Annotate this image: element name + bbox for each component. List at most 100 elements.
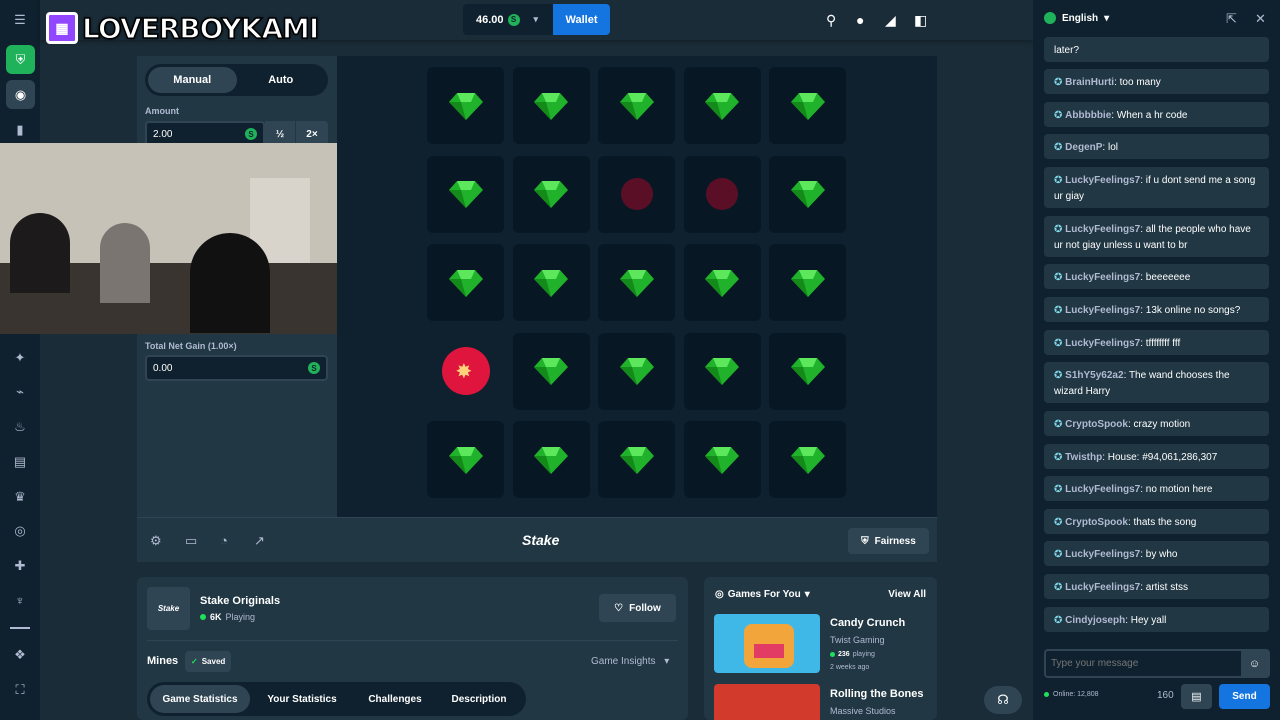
follow-button[interactable]: ♡ Follow [599, 594, 676, 622]
bookmark-icon[interactable]: ▮ [11, 121, 29, 139]
star-badge-icon: ✪ [1054, 77, 1066, 88]
stats-icon[interactable]: ◔ [220, 533, 228, 548]
fairness-button[interactable]: ⛨ Fairness [848, 528, 929, 554]
mine-tile[interactable] [512, 244, 590, 321]
rules-icon[interactable]: ▤ [1181, 684, 1212, 709]
mine-tile[interactable] [683, 244, 761, 321]
mine-tile[interactable] [427, 67, 504, 144]
game-insights-dropdown[interactable]: Game Insights ▾ [591, 656, 669, 667]
mine-tile[interactable] [512, 421, 590, 498]
slots-icon[interactable]: ▤ [11, 453, 29, 471]
mine-tile[interactable] [769, 332, 846, 410]
gift-icon[interactable]: ✚ [11, 557, 29, 575]
mine-tile[interactable] [427, 421, 504, 498]
chat-username[interactable]: LuckyFeelings7 [1065, 175, 1140, 186]
bell-icon[interactable]: ◢ [885, 12, 896, 29]
chat-username[interactable]: LuckyFeelings7 [1065, 224, 1140, 235]
mine-tile[interactable] [512, 155, 590, 233]
send-button[interactable]: Send [1219, 684, 1270, 709]
publisher-players: 6K Playing [200, 612, 255, 622]
trophy-icon[interactable]: ♆ [11, 591, 29, 609]
ticket-icon[interactable]: ⌁ [11, 383, 29, 401]
chat-username[interactable]: Twisthp [1065, 452, 1102, 463]
theatre-mode-icon[interactable]: ▭ [185, 533, 197, 549]
sponsorship-icon[interactable]: ⛶ [11, 681, 29, 699]
game-title: Mines [147, 655, 179, 667]
chat-input[interactable] [1046, 651, 1242, 676]
chat-username[interactable]: BrainHurti [1065, 77, 1114, 88]
popout-icon[interactable]: ↗ [254, 533, 265, 549]
wallet-button[interactable]: Wallet [553, 4, 610, 35]
chat-username[interactable]: LuckyFeelings7 [1065, 338, 1140, 349]
mine-tile[interactable] [683, 155, 761, 233]
settings-icon[interactable]: ⚙ [150, 533, 162, 549]
game-name[interactable]: Candy Crunch [830, 617, 905, 629]
chat-toggle-icon[interactable]: ◧ [914, 12, 927, 29]
chat-username[interactable]: Abbbbbie [1065, 110, 1111, 121]
chat-username[interactable]: LuckyFeelings7 [1065, 484, 1140, 495]
mine-tile[interactable] [512, 332, 590, 410]
popout-icon[interactable]: ⇱ [1226, 11, 1237, 27]
mine-tile[interactable] [769, 421, 846, 498]
star-badge-icon: ✪ [1054, 142, 1066, 153]
mine-tile[interactable] [769, 67, 846, 144]
vip-shield-icon[interactable]: ⛨ [6, 45, 35, 74]
mine-tile[interactable] [683, 332, 761, 410]
view-all-link[interactable]: View All [888, 589, 926, 600]
chat-username[interactable]: CryptoSpook [1065, 517, 1128, 528]
rolling-bones-thumbnail[interactable] [714, 684, 820, 720]
sparkle-icon[interactable]: ✦ [11, 349, 29, 367]
mine-tile[interactable] [512, 67, 590, 144]
mine-tile[interactable] [683, 67, 761, 144]
chat-username[interactable]: S1hY5y62a2 [1065, 370, 1123, 381]
balance-display[interactable]: 46.00 S ▾ [463, 4, 553, 35]
mine-tile[interactable] [598, 155, 675, 233]
game-name[interactable]: Rolling the Bones [830, 688, 924, 700]
support-headset-icon[interactable]: ☊ [984, 686, 1022, 714]
tab-description[interactable]: Description [436, 685, 522, 713]
tab-auto[interactable]: Auto [237, 67, 326, 93]
chat-username[interactable]: Cindyjoseph [1065, 615, 1125, 626]
mine-tile[interactable] [769, 244, 846, 321]
saved-badge[interactable]: ✓ Saved [185, 651, 232, 672]
currency-coin-icon: S [507, 13, 520, 26]
mine-tile[interactable] [598, 244, 675, 321]
chat-username[interactable]: LuckyFeelings7 [1065, 549, 1140, 560]
chat-username[interactable]: CryptoSpook [1065, 419, 1128, 430]
mine-tile[interactable] [427, 155, 504, 233]
language-selector[interactable]: English ▾ [1044, 12, 1109, 24]
chat-message: ✪ CryptoSpook: crazy motion [1044, 411, 1269, 436]
crown-icon[interactable]: ♛ [11, 488, 29, 506]
mine-tile[interactable] [598, 421, 675, 498]
chat-text: Hey yall [1130, 615, 1167, 626]
chat-username[interactable]: LuckyFeelings7 [1065, 582, 1140, 593]
close-icon[interactable]: ✕ [1255, 11, 1266, 27]
tab-game-statistics[interactable]: Game Statistics [150, 685, 250, 713]
chat-text: too many [1119, 77, 1161, 88]
tab-manual[interactable]: Manual [148, 67, 237, 93]
mine-tile[interactable] [683, 421, 761, 498]
fire-icon[interactable]: ♨ [11, 418, 29, 436]
emoji-icon[interactable]: ☺ [1241, 651, 1268, 676]
chat-text: no motion here [1145, 484, 1213, 495]
mine-tile[interactable] [769, 155, 846, 233]
mine-tile[interactable] [598, 67, 675, 144]
search-icon[interactable]: ⚲ [826, 12, 836, 29]
mine-tile[interactable] [427, 244, 504, 321]
star-badge-icon: ✪ [1054, 582, 1066, 593]
user-icon[interactable]: ● [856, 12, 864, 28]
mine-tile[interactable] [598, 332, 675, 410]
promotions-icon[interactable]: ❖ [11, 646, 29, 664]
chat-username[interactable]: LuckyFeelings7 [1065, 305, 1140, 316]
candy-crunch-thumbnail[interactable] [714, 614, 820, 673]
chat-username[interactable]: LuckyFeelings7 [1065, 272, 1140, 283]
games-for-you-header[interactable]: ◎ Games For You ▾ [715, 589, 810, 600]
mine-tile[interactable]: ✸ [427, 332, 504, 410]
live-icon[interactable]: ◎ [11, 522, 29, 540]
chat-username[interactable]: DegenP [1065, 142, 1102, 153]
casino-chip-icon[interactable]: ◉ [6, 80, 35, 109]
publisher-name[interactable]: Stake Originals [200, 595, 280, 607]
menu-icon[interactable]: ☰ [11, 11, 29, 29]
tab-challenges[interactable]: Challenges [354, 685, 436, 713]
tab-your-statistics[interactable]: Your Statistics [250, 685, 354, 713]
